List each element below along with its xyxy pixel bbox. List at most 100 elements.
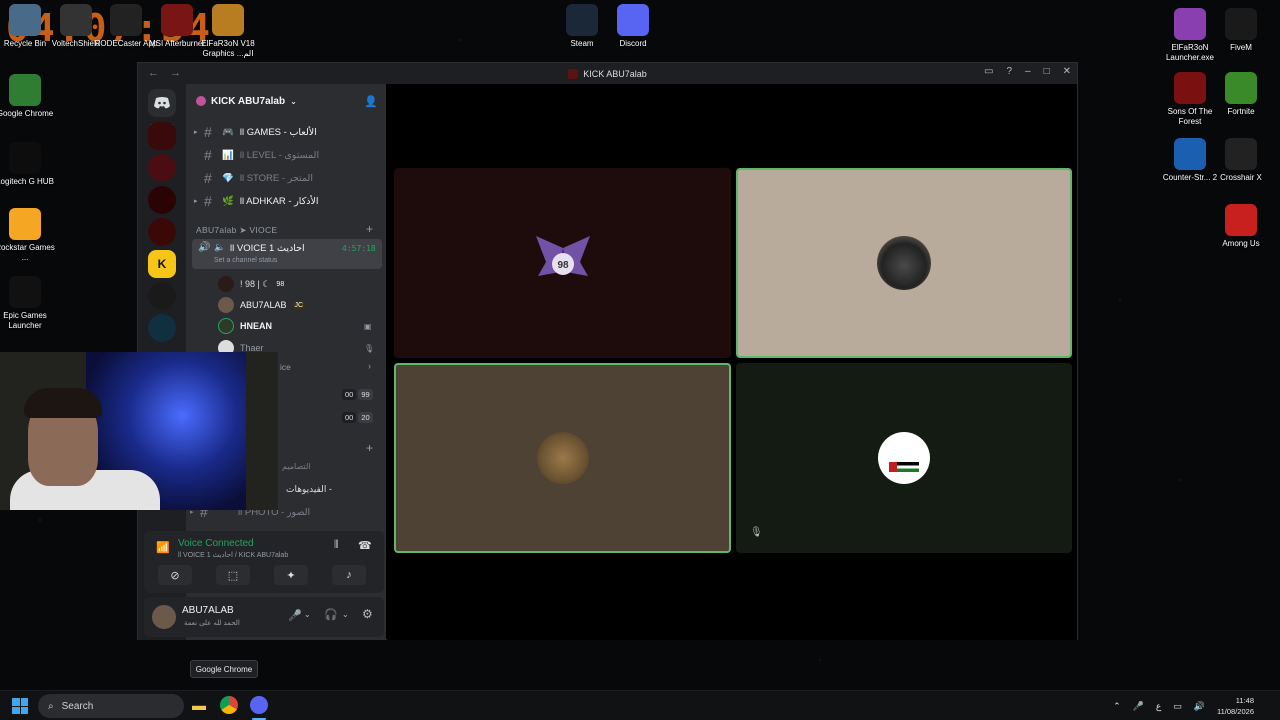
desktop-icon-label: Discord: [619, 39, 647, 48]
disconnect-icon[interactable]: ☎: [358, 539, 372, 552]
mic-icon[interactable]: 🎤: [1133, 701, 1144, 712]
voice-user-hnean[interactable]: HNEAN ▣: [218, 318, 372, 334]
volume-icon[interactable]: 🔊: [1194, 701, 1205, 712]
desktop-icon-7[interactable]: Logitech G HUB: [0, 142, 57, 187]
desktop-icon-6[interactable]: Google Chrome: [0, 74, 57, 119]
chrome-icon[interactable]: [220, 696, 238, 714]
voice-channel-voice1[interactable]: 🔊 🔈 ll VOICE 1 احاديث 4:57:18 Set a chan…: [192, 239, 382, 269]
voice-channel-partial[interactable]: ice: [280, 362, 291, 372]
language-indicator[interactable]: ع: [1156, 701, 1161, 712]
desktop-icon-5-icon: [212, 4, 244, 36]
activities-button[interactable]: ✦: [274, 565, 308, 585]
mic-muted-icon: 🎙: [364, 343, 375, 353]
desktop-icon-label: Logitech G HUB: [0, 177, 54, 186]
desktop-icon-right-4[interactable]: Fortnite: [1209, 72, 1273, 117]
voice-user-name: ABU7ALAB: [240, 300, 287, 310]
file-explorer-icon[interactable]: ▬: [192, 697, 206, 713]
server-2[interactable]: [148, 154, 176, 182]
desktop-icon-4-icon: [161, 4, 193, 36]
chevron-down-icon[interactable]: ⌄: [342, 610, 349, 619]
desktop-icon-5[interactable]: ElFaR3oN V18 Graphics ...الم: [196, 4, 260, 59]
discord-window: ← → KICK ABU7alab ▭ ? – □ ✕ K KICK ABU7a…: [137, 62, 1078, 640]
signal-icon[interactable]: 📶: [156, 541, 170, 554]
taskbar-search[interactable]: ⌕ Search: [38, 694, 184, 718]
window-title-text: KICK ABU7alab: [583, 68, 647, 79]
voice-user-98[interactable]: ! 98 | ☾ 98: [218, 276, 284, 292]
channel-videos[interactable]: الفيديوهات -: [286, 484, 332, 495]
help-icon[interactable]: ?: [1006, 66, 1012, 77]
desktop-icon-label: Fortnite: [1227, 107, 1255, 116]
chevron-down-icon[interactable]: ⌄: [304, 610, 311, 619]
voice-user-abu7alab[interactable]: ABU7ALAB JC: [218, 297, 306, 313]
network-icon[interactable]: ▭: [1173, 701, 1182, 712]
desktop-icon-discord[interactable]: Discord: [601, 4, 665, 49]
server-kick-abu7alab[interactable]: [148, 122, 176, 150]
channel-adhkar[interactable]: ▸ # 🌿 ll ADHKAR - الأذكار: [194, 191, 380, 211]
username[interactable]: ABU7ALAB: [182, 605, 234, 616]
title-bar: ← → KICK ABU7alab ▭ ? – □ ✕: [138, 63, 1077, 84]
channel-name: ll LEVEL - المستوى: [239, 149, 320, 161]
category-voice[interactable]: ABU7alab ➤ VIOCE: [196, 225, 277, 236]
taskbar-clock[interactable]: 11:48 11/08/2026: [1217, 695, 1254, 717]
user-tag: JC: [292, 301, 306, 309]
desktop-icon-right-7[interactable]: Among Us: [1209, 204, 1273, 249]
soundboard-icon: ♪: [346, 569, 352, 581]
share-screen-button[interactable]: ⬚: [216, 565, 250, 585]
camera-off-icon: ⊘: [170, 569, 180, 582]
desktop-icon-right-2[interactable]: FiveM: [1209, 8, 1273, 53]
desktop-icon-label: Crosshair X: [1220, 173, 1262, 182]
inbox-icon[interactable]: ▭: [984, 66, 993, 77]
add-channel-icon[interactable]: +: [366, 441, 373, 455]
noise-suppression-icon[interactable]: ⫴: [334, 539, 339, 552]
mic-icon[interactable]: 🎤: [288, 609, 302, 622]
search-icon: ⌕: [48, 700, 54, 712]
server-header[interactable]: KICK ABU7alab ⌄ 👤: [186, 84, 386, 118]
discord-taskbar-icon[interactable]: [250, 696, 268, 714]
server-3[interactable]: [148, 186, 176, 214]
soundboard-button[interactable]: ♪: [332, 565, 366, 585]
voice-status[interactable]: Voice Connected: [178, 538, 254, 549]
channel-level[interactable]: # 📊 ll LEVEL - المستوى: [194, 145, 380, 165]
desktop-icon-9[interactable]: Epic Games Launcher: [0, 276, 57, 331]
desktop-icon-1-icon: [9, 4, 41, 36]
channel-games[interactable]: ▸ # 🎮 ll GAMES - الألعاب: [194, 122, 380, 142]
hash-icon: #: [204, 147, 212, 163]
discord-home-icon[interactable]: [148, 89, 176, 117]
participant-tile-hnean[interactable]: [736, 168, 1072, 358]
server-6[interactable]: [148, 282, 176, 310]
desktop-icon-steam-icon: [566, 4, 598, 36]
participant-tile-thaer[interactable]: 🎙: [736, 363, 1072, 553]
channel-store[interactable]: # 💎 ll STORE - المتجر: [194, 168, 380, 188]
server-7[interactable]: [148, 314, 176, 342]
channel-designs[interactable]: التصاميم: [282, 462, 310, 471]
custom-status[interactable]: الحمد لله على نعمة: [184, 619, 240, 627]
avatar: [218, 276, 234, 292]
maximize-button[interactable]: □: [1044, 66, 1050, 77]
camera-off-button[interactable]: ⊘: [158, 565, 192, 585]
channel-emoji: 📊: [222, 149, 234, 161]
participant-tile-98[interactable]: 98: [394, 168, 731, 358]
desktop-icon-8[interactable]: Rockstar Games ...: [0, 208, 57, 263]
windows-start-icon[interactable]: [12, 698, 28, 714]
hash-icon: #: [204, 124, 212, 140]
desktop-icon-label: FiveM: [1230, 43, 1252, 52]
add-channel-icon[interactable]: +: [366, 222, 373, 236]
add-member-icon[interactable]: 👤: [364, 95, 378, 108]
participant-tile-abu7alab[interactable]: [394, 363, 731, 553]
close-button[interactable]: ✕: [1063, 66, 1071, 77]
channel-status-hint[interactable]: Set a channel status: [214, 257, 277, 264]
coin-avatar: [536, 432, 589, 484]
server-4[interactable]: [148, 218, 176, 246]
desktop-icon-right-6[interactable]: Crosshair X: [1209, 138, 1273, 183]
avatar[interactable]: [152, 605, 176, 629]
minimize-button[interactable]: –: [1025, 66, 1031, 77]
clock-date: 11/08/2026: [1217, 707, 1254, 716]
desktop-icon-3-icon: [110, 4, 142, 36]
hash-icon: #: [204, 170, 212, 186]
voice-location[interactable]: ll VOICE 1 احاديث / KICK ABU7alab: [178, 551, 288, 559]
chevron-up-icon[interactable]: ⌃: [1113, 701, 1121, 712]
headphones-icon[interactable]: 🎧: [324, 608, 338, 621]
settings-gear-icon[interactable]: ⚙: [362, 607, 373, 621]
server-kick[interactable]: K: [148, 250, 176, 278]
avatar: [877, 236, 931, 290]
